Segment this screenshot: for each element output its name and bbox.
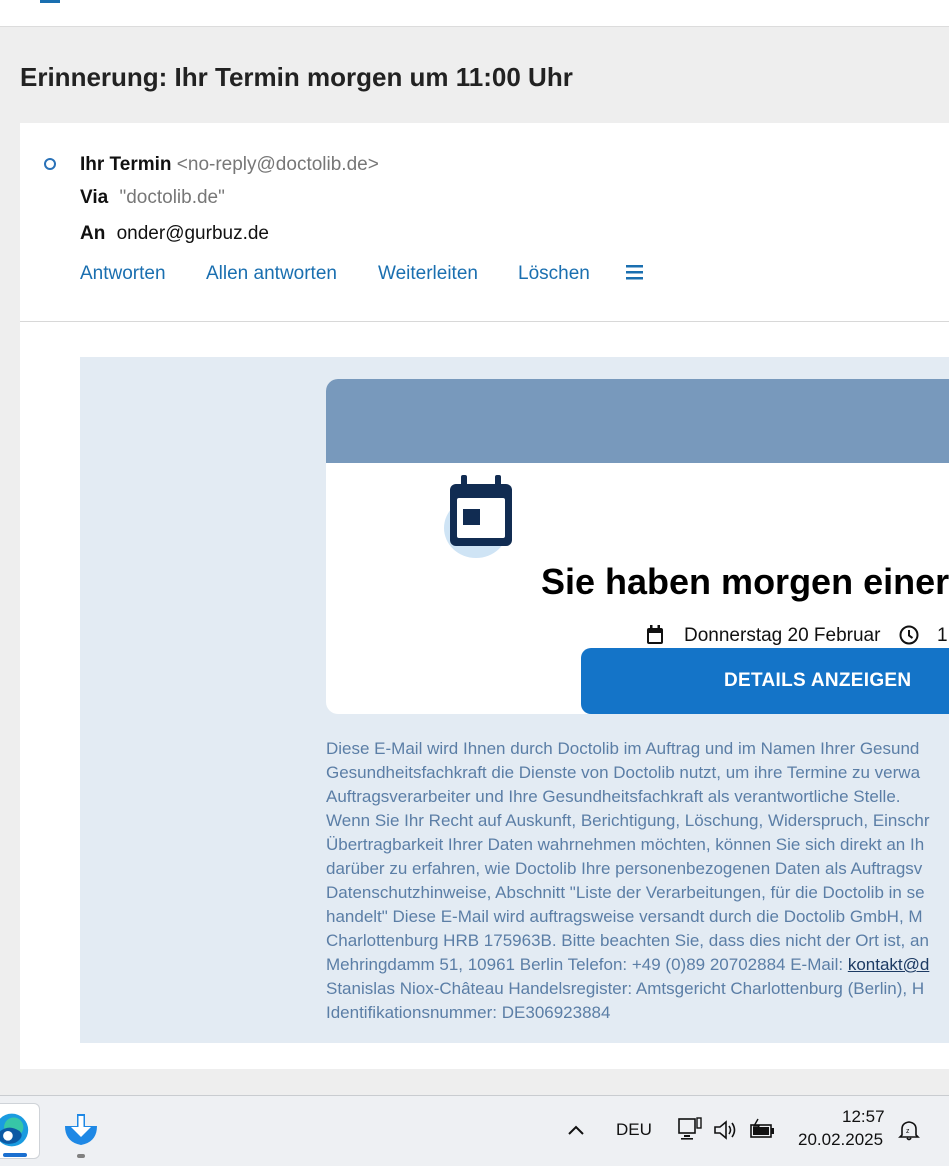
footer-line: Wenn Sie Ihr Recht auf Auskunft, Bericht… (326, 811, 930, 830)
calendar-icon (444, 475, 512, 558)
delete-button[interactable]: Löschen (518, 263, 590, 285)
language-indicator[interactable]: DEU (616, 1120, 652, 1140)
footer-line: Diese E-Mail wird Ihnen durch Doctolib i… (326, 739, 920, 758)
legal-footer: Diese E-Mail wird Ihnen durch Doctolib i… (326, 737, 949, 1025)
appointment-time: 1 (937, 625, 948, 646)
download-icon[interactable] (62, 1112, 100, 1148)
edge-browser-icon[interactable] (0, 1103, 40, 1159)
system-clock-date[interactable]: 20.02.2025 (798, 1130, 883, 1150)
via-label: Via (80, 187, 109, 208)
email-subject: Erinnerung: Ihr Termin morgen um 11:00 U… (20, 62, 573, 92)
active-app-indicator (3, 1153, 27, 1157)
volume-icon[interactable] (713, 1118, 739, 1142)
reply-button[interactable]: Antworten (80, 263, 166, 285)
appointment-title: Sie haben morgen einer (541, 561, 949, 602)
svg-text:z: z (906, 1128, 910, 1135)
chevron-up-icon[interactable] (565, 1120, 587, 1140)
footer-line: handelt" Diese E-Mail wird auftragsweise… (326, 907, 923, 926)
reply-all-button[interactable]: Allen antworten (206, 263, 337, 285)
recipient-address[interactable]: onder@gurbuz.de (117, 223, 269, 244)
from-row: Ihr Termin <no-reply@doctolib.de> (80, 154, 379, 176)
notification-bell-icon[interactable]: z (897, 1118, 921, 1142)
calendar-small-icon (647, 625, 663, 644)
top-bar (0, 0, 949, 27)
contact-email-link[interactable]: kontakt@d (848, 955, 930, 974)
header-divider (20, 321, 949, 322)
card-header-banner (326, 379, 949, 463)
footer-line: Charlottenburg HRB 175963B. Bitte beacht… (326, 931, 929, 950)
clock-icon (899, 625, 919, 645)
footer-line: Datenschutzhinweise, Abschnitt "Liste de… (326, 883, 925, 902)
system-clock-time[interactable]: 12:57 (842, 1107, 885, 1127)
footer-line: Identifikationsnummer: DE306923884 (326, 1003, 611, 1022)
network-icon[interactable] (677, 1116, 703, 1142)
footer-line-contact: Mehringdamm 51, 10961 Berlin Telefon: +4… (326, 953, 949, 977)
details-button[interactable]: DETAILS ANZEIGEN (581, 648, 949, 714)
unread-indicator-icon[interactable] (44, 158, 56, 170)
footer-line: Auftragsverarbeiter und Ihre Gesundheits… (326, 787, 901, 806)
footer-line: Stanislas Niox-Château Handelsregister: … (326, 979, 925, 998)
via-row: Via "doctolib.de" (80, 187, 225, 209)
more-actions-menu-icon[interactable] (625, 264, 645, 280)
appointment-date: Donnerstag 20 Februar (684, 625, 881, 646)
sender-address: <no-reply@doctolib.de> (176, 154, 379, 175)
sender-name[interactable]: Ihr Termin (80, 154, 172, 175)
via-value: "doctolib.de" (119, 187, 225, 208)
battery-charging-icon[interactable] (748, 1118, 776, 1142)
footer-line: Übertragbarkeit Ihrer Daten wahrnehmen m… (326, 835, 925, 854)
app-indicator (77, 1154, 85, 1158)
footer-line: Gesundheitsfachkraft die Dienste von Doc… (326, 763, 921, 782)
to-row: An onder@gurbuz.de (80, 223, 269, 245)
forward-button[interactable]: Weiterleiten (378, 263, 478, 285)
footer-address-text: Mehringdamm 51, 10961 Berlin Telefon: +4… (326, 955, 848, 974)
footer-line: darüber zu erfahren, wie Doctolib Ihre p… (326, 859, 923, 878)
to-label: An (80, 223, 106, 244)
menu-icon[interactable] (40, 0, 60, 5)
